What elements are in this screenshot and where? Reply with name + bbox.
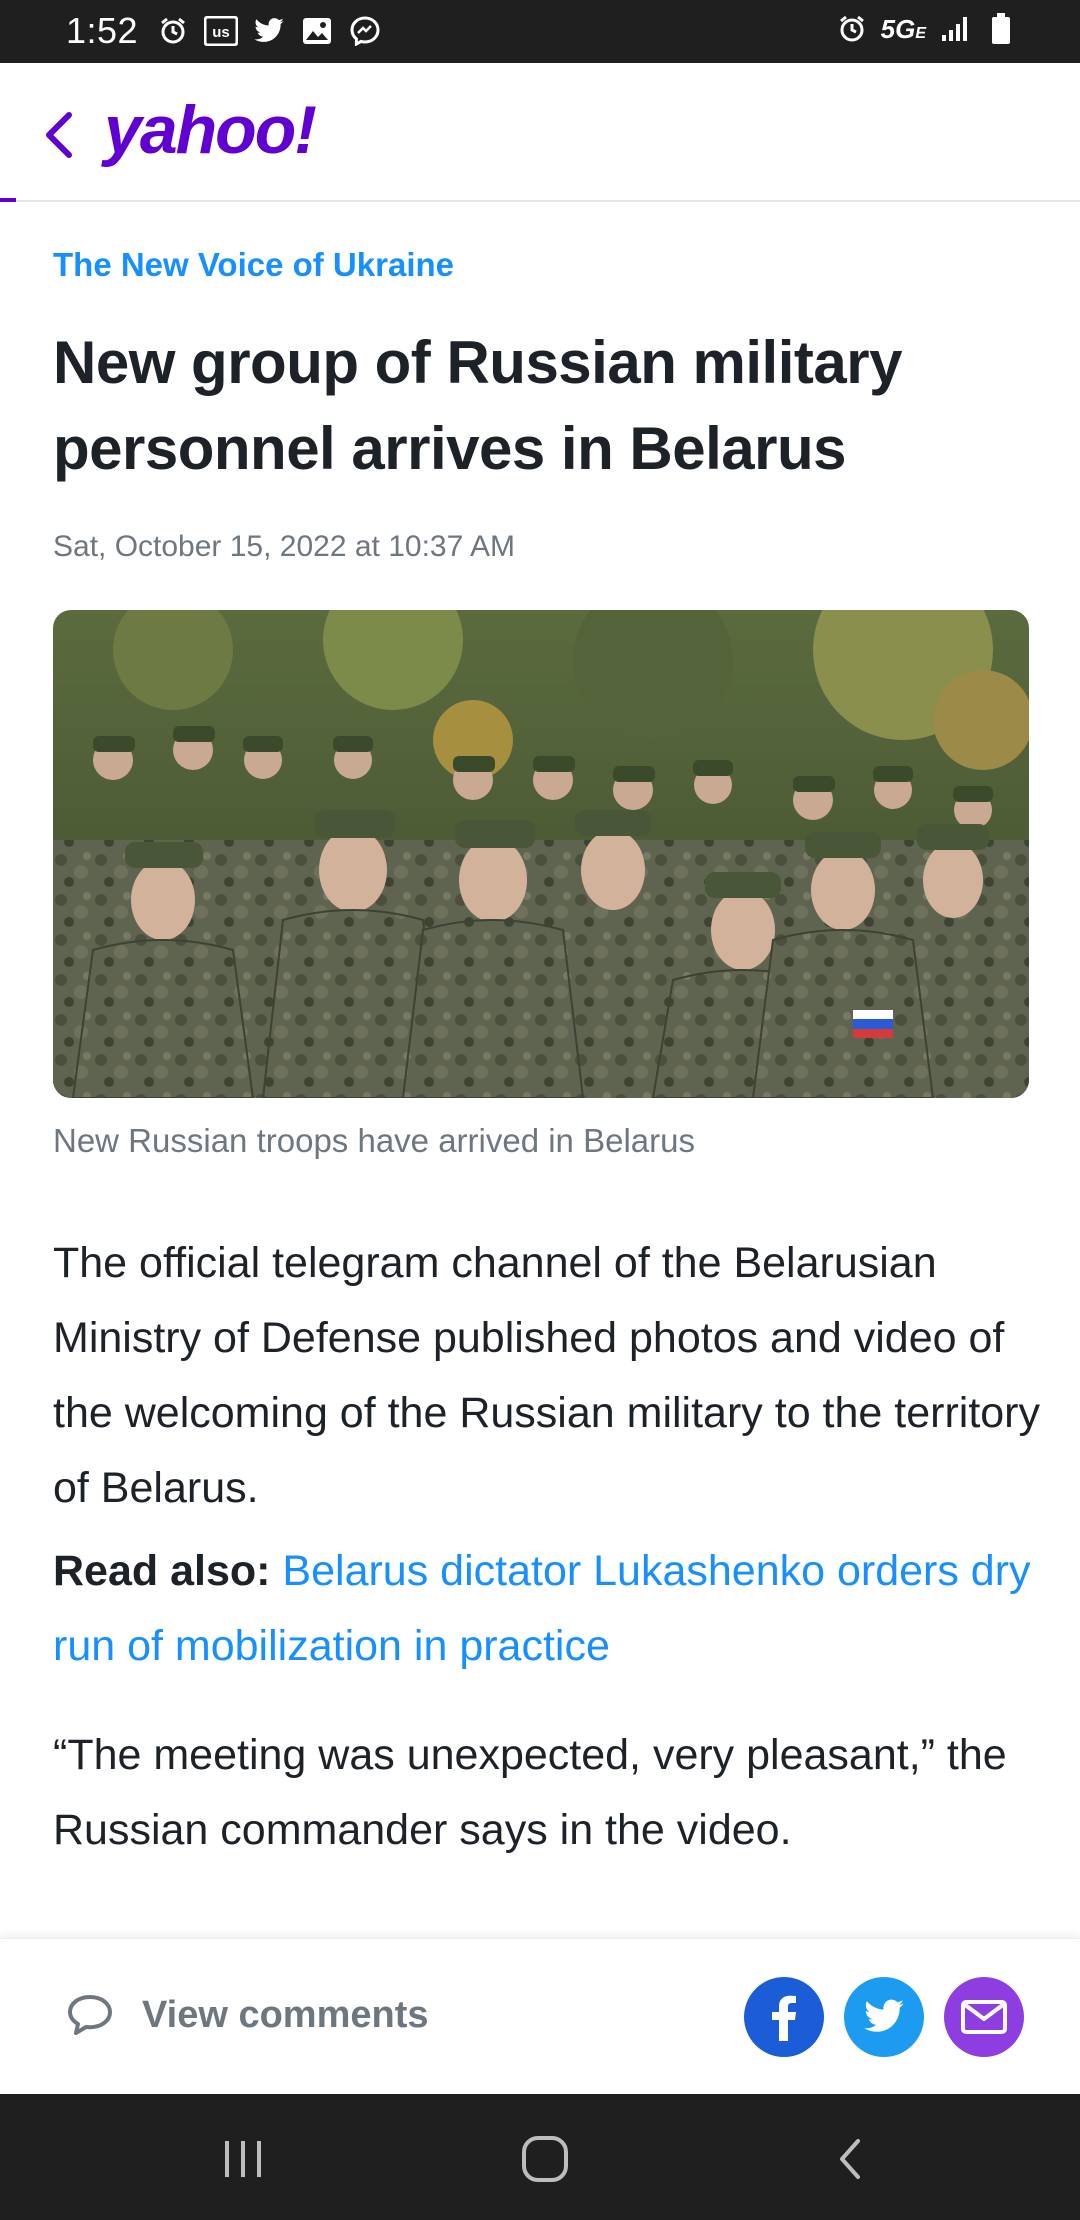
recent-apps-icon (225, 2141, 261, 2177)
image-caption: New Russian troops have arrived in Belar… (53, 1122, 695, 1159)
article-action-bar: View comments (0, 1938, 1080, 2092)
view-comments-button[interactable]: View comments (66, 1993, 429, 2037)
read-also-paragraph: Read also: Belarus dictator Lukashenko o… (53, 1534, 1043, 1684)
gallery-icon (300, 14, 334, 48)
article-paragraph: “The meeting was unexpected, very pleasa… (53, 1731, 1007, 1854)
facebook-icon (772, 1995, 796, 2041)
alarm-icon (156, 14, 190, 48)
messenger-icon (348, 14, 382, 48)
chevron-left-icon (840, 2139, 860, 2179)
home-button[interactable] (510, 2124, 580, 2194)
chevron-left-icon (46, 112, 72, 158)
mail-icon (961, 2000, 1007, 2034)
reading-progress-bar (0, 198, 16, 202)
yahoo-logo[interactable]: yahoo! (104, 91, 317, 169)
twitter-icon (864, 1999, 904, 2032)
battery-icon (984, 12, 1018, 46)
back-button[interactable] (36, 107, 80, 163)
network-type: 5GE (880, 13, 926, 44)
comment-icon (68, 1995, 112, 2035)
view-comments-label: View comments (142, 1993, 429, 2036)
system-icons: 5GE (835, 12, 1018, 46)
article-headline: New group of Russian military personnel … (53, 329, 902, 482)
twitter-icon (252, 14, 286, 48)
status-bar: 1:52 us 5GE (0, 0, 1080, 63)
svg-text:us: us (212, 24, 230, 41)
publisher-name[interactable]: The New Voice of Ukraine (53, 246, 454, 284)
troops-photo (53, 610, 1029, 1098)
us-app-icon: us (204, 14, 238, 48)
home-icon (522, 2136, 568, 2182)
share-buttons (744, 1977, 1024, 2057)
notification-icons: us (156, 14, 382, 48)
status-time: 1:52 (66, 10, 139, 51)
email-share-button[interactable] (944, 1977, 1024, 2057)
signal-icon (938, 12, 972, 46)
facebook-share-button[interactable] (744, 1977, 824, 2057)
alarm-icon (835, 12, 869, 46)
twitter-share-button[interactable] (844, 1977, 924, 2057)
app-header: yahoo! (0, 63, 1080, 202)
hero-image[interactable] (53, 610, 1029, 1098)
publish-date: Sat, October 15, 2022 at 10:37 AM (53, 530, 515, 563)
read-also-label: Read also: (53, 1547, 271, 1595)
recent-apps-button[interactable] (208, 2124, 278, 2194)
back-nav-button[interactable] (814, 2124, 884, 2194)
article-paragraph: The official telegram channel of the Bel… (53, 1239, 1041, 1512)
system-navigation-bar (0, 2094, 1080, 2220)
